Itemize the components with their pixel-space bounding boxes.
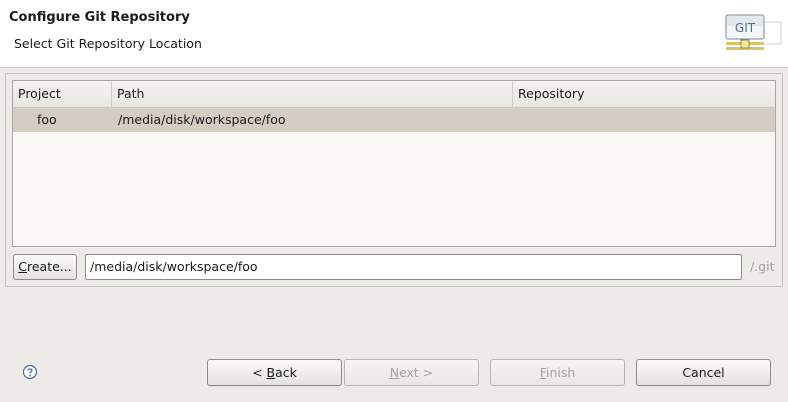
page-subtitle: Select Git Repository Location: [14, 36, 202, 51]
column-header-path[interactable]: Path: [112, 81, 513, 107]
repository-path-field[interactable]: /media/disk/workspace/foo: [85, 254, 742, 280]
next-label: ext >: [399, 365, 434, 380]
create-button[interactable]: Create...: [13, 254, 77, 280]
back-label: ack: [275, 365, 297, 380]
project-table[interactable]: Project Path Repository foo /media/disk/…: [12, 80, 776, 247]
page-title: Configure Git Repository: [9, 10, 190, 25]
back-prefix: <: [252, 365, 267, 380]
cell-project: foo: [37, 112, 57, 127]
create-label: reate...: [27, 259, 72, 274]
finish-label: inish: [545, 365, 576, 380]
column-header-project[interactable]: Project: [13, 81, 112, 107]
cancel-button[interactable]: Cancel: [636, 359, 771, 386]
git-logo-text: GIT: [735, 21, 756, 35]
create-mnemonic: C: [18, 259, 27, 274]
next-button[interactable]: Next >: [344, 359, 479, 386]
next-mnemonic: N: [389, 365, 400, 380]
column-header-repository[interactable]: Repository: [513, 81, 775, 107]
back-mnemonic: B: [266, 365, 276, 380]
cell-path: /media/disk/workspace/foo: [118, 112, 286, 127]
table-row[interactable]: foo /media/disk/workspace/foo: [13, 108, 775, 132]
back-button[interactable]: < Back: [207, 359, 342, 386]
git-logo-icon: GIT: [725, 14, 782, 50]
table-header: Project Path Repository: [13, 81, 775, 108]
wizard-header: Configure Git Repository Select Git Repo…: [0, 0, 788, 68]
git-suffix-label: /.git: [750, 259, 775, 274]
finish-button[interactable]: Finish: [490, 359, 625, 386]
help-icon[interactable]: [22, 364, 38, 380]
